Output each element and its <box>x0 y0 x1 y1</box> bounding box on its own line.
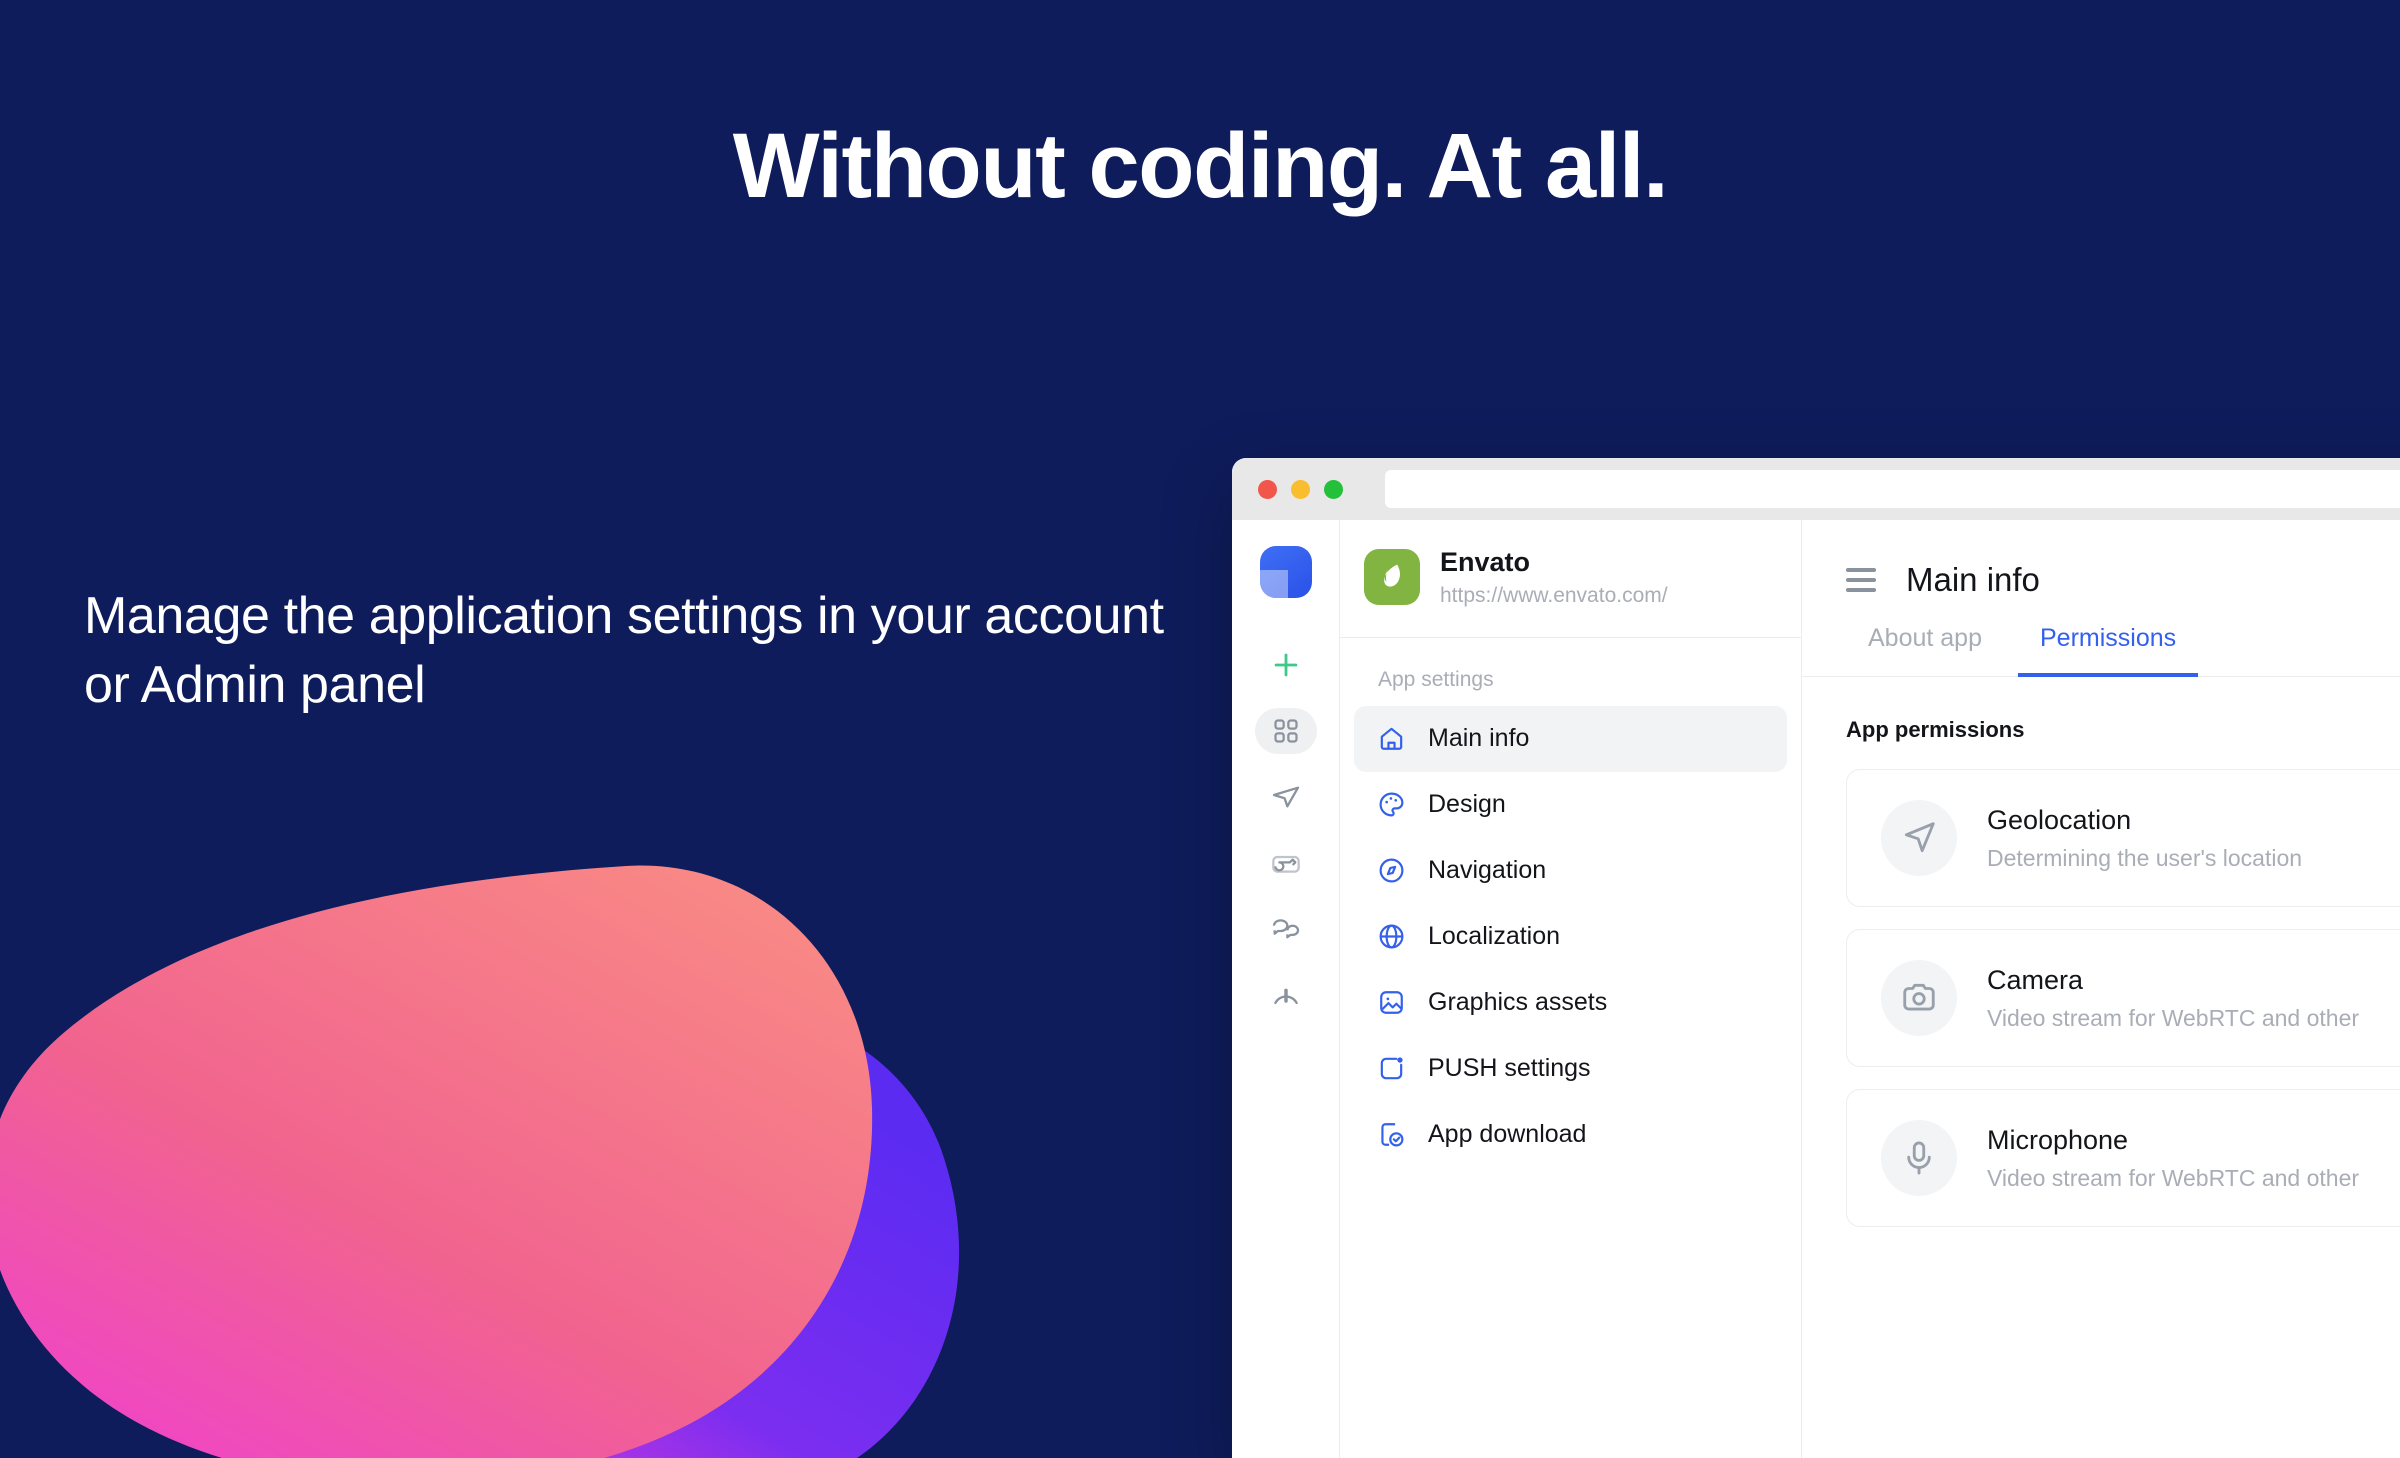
decorative-blobs <box>0 840 1000 1458</box>
zoom-window-button[interactable] <box>1324 479 1343 499</box>
blob-svg <box>0 865 960 1458</box>
camera-icon <box>1881 960 1957 1036</box>
sidebar-item-push-settings[interactable]: PUSH settings <box>1354 1036 1787 1102</box>
location-arrow-icon <box>1881 800 1957 876</box>
app-body: Envato https://www.envato.com/ App setti… <box>1232 520 2400 1458</box>
push-notification-icon <box>1376 1054 1406 1084</box>
microphone-icon <box>1881 1120 1957 1196</box>
permission-card-camera[interactable]: Camera Video stream for WebRTC and other <box>1846 929 2400 1067</box>
site-url: https://www.envato.com/ <box>1440 584 1668 608</box>
permission-card-microphone[interactable]: Microphone Video stream for WebRTC and o… <box>1846 1089 2400 1227</box>
site-header[interactable]: Envato https://www.envato.com/ <box>1340 520 1801 638</box>
rail-item-apps[interactable] <box>1254 708 1317 754</box>
browser-window: Envato https://www.envato.com/ App setti… <box>1232 458 2400 1458</box>
key-icon <box>1271 855 1300 873</box>
promo-slide: Without coding. At all. Manage the appli… <box>0 0 2400 1458</box>
rail-item-performance[interactable] <box>1255 972 1317 1018</box>
close-window-button[interactable] <box>1258 479 1277 499</box>
sidebar-item-main-info[interactable]: Main info <box>1354 705 1787 772</box>
rail-item-add[interactable] <box>1255 642 1317 688</box>
permission-description: Determining the user's location <box>1987 844 2303 871</box>
paper-plane-icon <box>1272 786 1299 808</box>
sidebar-item-localization[interactable]: Localization <box>1354 904 1787 970</box>
sidebar-item-label: Main info <box>1428 724 1530 753</box>
main-panel: Main info About app Permissions App perm… <box>1802 520 2400 1458</box>
address-bar[interactable] <box>1385 470 2400 508</box>
site-name: Envato <box>1440 547 1531 577</box>
sidebar-item-design[interactable]: Design <box>1354 772 1787 838</box>
permission-text: Geolocation Determining the user's locat… <box>1987 804 2302 873</box>
permission-title: Microphone <box>1987 1124 2129 1155</box>
chat-bubbles-icon <box>1272 919 1299 939</box>
sidebar-item-label: Design <box>1428 790 1506 819</box>
main-title: Main info <box>1906 561 2040 598</box>
sidebar-item-app-download[interactable]: App download <box>1354 1102 1787 1168</box>
tab-about-app[interactable]: About app <box>1846 612 2004 677</box>
page-subtitle: Manage the application settings in your … <box>84 587 1164 715</box>
permission-text: Microphone Video stream for WebRTC and o… <box>1987 1124 2359 1193</box>
sidebar-item-navigation[interactable]: Navigation <box>1354 838 1787 904</box>
permission-text: Camera Video stream for WebRTC and other <box>1987 964 2359 1033</box>
sidebar-item-label: Localization <box>1428 922 1561 951</box>
envato-leaf-icon <box>1384 565 1400 587</box>
download-check-icon <box>1376 1120 1406 1150</box>
palette-icon <box>1376 790 1406 820</box>
site-meta: Envato https://www.envato.com/ <box>1440 546 1668 609</box>
gauge-icon <box>1273 988 1298 1005</box>
rail-item-send[interactable] <box>1255 774 1317 820</box>
minimize-window-button[interactable] <box>1291 479 1310 499</box>
sidebar-item-label: App download <box>1428 1120 1587 1149</box>
permission-card-geolocation[interactable]: Geolocation Determining the user's locat… <box>1846 769 2400 907</box>
sidebar-item-graphics-assets[interactable]: Graphics assets <box>1354 970 1787 1036</box>
main-header: Main info <box>1802 520 2400 612</box>
globe-icon <box>1376 922 1406 952</box>
sidebar-item-label: PUSH settings <box>1428 1054 1591 1083</box>
permissions-heading: App permissions <box>1846 717 2025 742</box>
blob-salmon <box>0 865 873 1458</box>
sidebar-item-label: Graphics assets <box>1428 988 1608 1017</box>
rail-item-chats[interactable] <box>1255 906 1317 952</box>
app-logo[interactable] <box>1259 546 1312 598</box>
page-title: Without coding. At all. <box>732 115 1669 217</box>
settings-menu: Main info Design Navigation Localization… <box>1340 705 1801 1168</box>
traffic-lights <box>1258 479 1343 499</box>
icon-rail <box>1232 520 1340 1458</box>
section-label: App settings <box>1378 667 1494 691</box>
rail-item-access[interactable] <box>1255 840 1317 886</box>
permission-title: Camera <box>1987 964 2084 995</box>
settings-sidebar: Envato https://www.envato.com/ App setti… <box>1340 520 1802 1458</box>
tab-permissions[interactable]: Permissions <box>2018 612 2199 677</box>
hamburger-icon[interactable] <box>1846 568 1876 592</box>
permission-description: Video stream for WebRTC and other <box>1987 1164 2360 1191</box>
permissions-list: Geolocation Determining the user's locat… <box>1802 769 2400 1227</box>
plus-icon <box>1274 653 1297 677</box>
permission-title: Geolocation <box>1987 804 2132 835</box>
tab-bar: About app Permissions <box>1802 612 2400 677</box>
envato-logo <box>1364 549 1420 606</box>
sidebar-item-label: Navigation <box>1428 856 1547 885</box>
permission-description: Video stream for WebRTC and other <box>1987 1004 2360 1031</box>
grid-apps-icon <box>1273 719 1298 743</box>
browser-titlebar <box>1232 458 2400 520</box>
image-icon <box>1376 988 1406 1018</box>
compass-icon <box>1376 856 1406 886</box>
home-icon <box>1376 724 1406 754</box>
